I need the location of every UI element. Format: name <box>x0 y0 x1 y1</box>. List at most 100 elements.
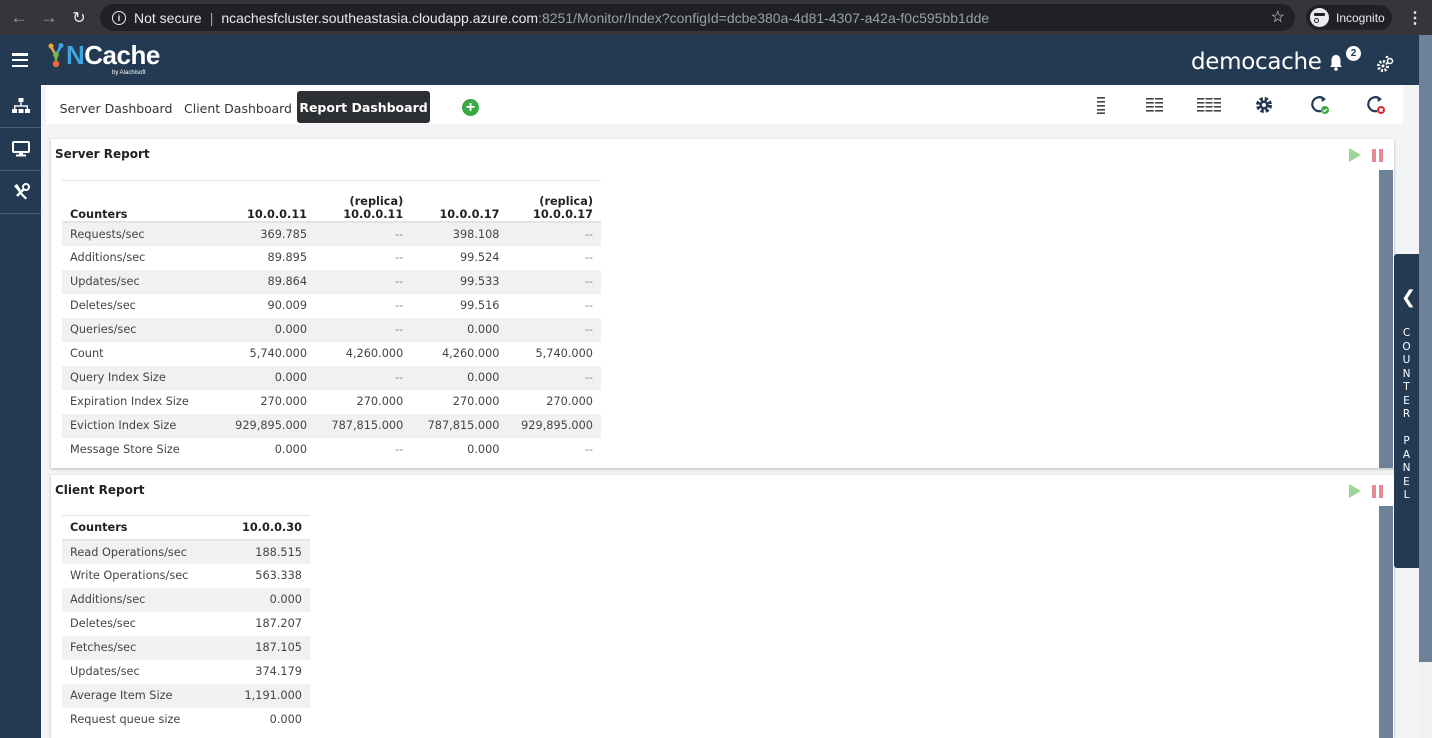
counter-value-cell: 89.864 <box>227 269 316 294</box>
counter-value-cell: -- <box>507 221 601 246</box>
browser-menu-icon[interactable]: ⋮ <box>1407 8 1423 28</box>
settings-button[interactable] <box>1253 95 1275 115</box>
sidebar-item-tools[interactable] <box>0 171 41 214</box>
page-scrollbar-track[interactable] <box>1419 35 1432 662</box>
start-monitoring-button[interactable] <box>1309 95 1331 115</box>
counter-panel-letter: O <box>1402 340 1411 353</box>
cogs-icon[interactable] <box>1376 55 1394 73</box>
counter-value-cell: 99.524 <box>459 251 500 264</box>
client-report-play-button[interactable] <box>1349 484 1361 498</box>
counter-panel-letter: E <box>1403 394 1410 407</box>
main-content: Server Dashboard Client Dashboard Report… <box>41 85 1419 738</box>
counter-value-cell: -- <box>315 317 412 342</box>
counter-name-cell: Query Index Size <box>62 365 228 390</box>
incognito-profile-button[interactable]: Incognito <box>1306 5 1392 30</box>
counter-name-cell: Additions/sec <box>70 251 146 264</box>
table-row: Average Item Size 1,191.000 <box>62 683 310 708</box>
counter-name-cell: Additions/sec <box>62 587 221 612</box>
counter-value-cell: -- <box>584 443 593 456</box>
server-report-scrollbar[interactable] <box>1379 170 1393 468</box>
one-column-layout-button[interactable] <box>1090 95 1112 115</box>
counter-value-cell: 270.000 <box>260 395 308 408</box>
server-report-play-button[interactable] <box>1349 148 1361 162</box>
counter-panel-letter: U <box>1402 354 1411 366</box>
reload-button[interactable]: ↻ <box>66 5 92 31</box>
back-button[interactable]: ← <box>6 5 32 31</box>
counter-value-cell: 5,740.000 <box>249 347 308 360</box>
counter-name-cell: Count <box>70 347 104 360</box>
stop-monitoring-button[interactable] <box>1365 95 1387 115</box>
column-header: 10.0.0.30 <box>220 515 310 541</box>
counter-value-cell: 0.000 <box>220 587 310 612</box>
counter-panel-letter: R <box>1402 408 1411 420</box>
hamburger-menu-icon[interactable] <box>12 53 28 68</box>
client-report-scrollbar[interactable] <box>1379 506 1393 738</box>
logo-text: NCache <box>66 40 160 70</box>
counter-name-cell: Message Store Size <box>70 443 180 456</box>
counter-panel-letter: E <box>1403 475 1410 488</box>
counter-value-cell: 929,895.000 <box>507 413 601 438</box>
counter-value-cell: 270.000 <box>546 395 593 408</box>
counter-value-cell: 0.000 <box>274 443 308 456</box>
counter-value-cell: -- <box>395 299 404 312</box>
tab-report-dashboard[interactable]: Report Dashboard <box>297 91 430 123</box>
counter-value-cell: 0.000 <box>269 713 302 726</box>
column-header: 10.0.0.17 <box>411 180 508 223</box>
logo-mark-icon <box>48 43 64 68</box>
table-row: Deletes/sec 90.009 -- 99.516 -- <box>62 294 601 318</box>
counter-value-cell: 270.000 <box>356 395 404 408</box>
counter-value-cell: 270.000 <box>452 395 500 408</box>
counter-name-cell: Expiration Index Size <box>70 395 189 408</box>
counter-panel-toggle[interactable]: ❮ COUNTER PANEL <box>1394 254 1419 568</box>
tab-server-dashboard[interactable]: Server Dashboard <box>56 92 176 124</box>
refresh-stop-icon <box>1367 96 1385 114</box>
settings-gear-icon <box>1256 97 1272 113</box>
counter-name-cell: Updates/sec <box>70 665 140 678</box>
address-bar[interactable]: i Not secure | ncachesfcluster.southeast… <box>100 4 1295 31</box>
sidebar-item-topology[interactable] <box>0 85 41 128</box>
counter-value-cell: -- <box>584 251 593 264</box>
sidebar-item-monitor[interactable] <box>0 128 41 171</box>
add-dashboard-button[interactable]: + <box>462 99 479 116</box>
server-report-pause-button[interactable] <box>1372 149 1383 162</box>
client-report-pause-button[interactable] <box>1372 485 1383 498</box>
table-row: Read Operations/sec 188.515 <box>62 539 310 564</box>
dashboard-tabbar: Server Dashboard Client Dashboard Report… <box>46 85 1403 124</box>
counter-panel-letter: N <box>1402 367 1411 380</box>
counter-name-cell: Requests/sec <box>62 221 228 246</box>
counter-value-cell: 99.516 <box>459 299 500 312</box>
one-column-layout-icon <box>1097 97 1105 114</box>
counter-value-cell: 369.785 <box>227 221 316 246</box>
counter-value-cell: 787,815.000 <box>315 413 412 438</box>
server-report-table: Counters 10.0.0.11 (replica) 10.0.0.11 10… <box>62 180 601 462</box>
counter-name-cell: Average Item Size <box>62 683 221 708</box>
counter-name-cell: Deletes/sec <box>70 299 136 312</box>
bookmark-star-icon[interactable]: ☆ <box>1271 7 1285 27</box>
counter-value-cell: 1,191.000 <box>220 683 310 708</box>
table-row: Queries/sec 0.000 -- 0.000 -- <box>62 317 601 342</box>
counter-panel-letter: A <box>1402 448 1411 461</box>
counter-panel-letter: P <box>1403 435 1410 447</box>
url-host: ncachesfcluster.southeastasia.cloudapp.a… <box>221 9 539 26</box>
two-column-layout-button[interactable] <box>1143 95 1165 115</box>
info-icon[interactable]: i <box>112 10 126 25</box>
table-row: Updates/sec 374.179 <box>62 660 310 684</box>
tab-client-dashboard[interactable]: Client Dashboard <box>183 92 293 124</box>
column-header: 10.0.0.11 <box>227 180 316 223</box>
counter-name-cell: Queries/sec <box>62 317 228 342</box>
table-header-row: Counters 10.0.0.11 (replica) 10.0.0.11 10… <box>62 180 601 223</box>
counter-value-cell: 89.895 <box>267 251 308 264</box>
column-header: Counters <box>62 180 228 223</box>
three-column-layout-button[interactable] <box>1196 95 1222 115</box>
table-row: Updates/sec 89.864 -- 99.533 -- <box>62 269 601 294</box>
counter-panel-letter: N <box>1402 462 1411 474</box>
counter-value-cell: -- <box>395 251 404 264</box>
reload-icon: ↻ <box>72 9 86 27</box>
forward-button[interactable]: → <box>36 5 62 31</box>
notification-bell-icon[interactable] <box>1329 54 1343 71</box>
page-scrollbar-bottom <box>1419 662 1432 738</box>
counter-value-cell: -- <box>395 443 404 456</box>
cache-name: democache <box>1191 49 1322 75</box>
column-header: Counters <box>62 515 221 541</box>
counter-value-cell: 787,815.000 <box>411 413 508 438</box>
